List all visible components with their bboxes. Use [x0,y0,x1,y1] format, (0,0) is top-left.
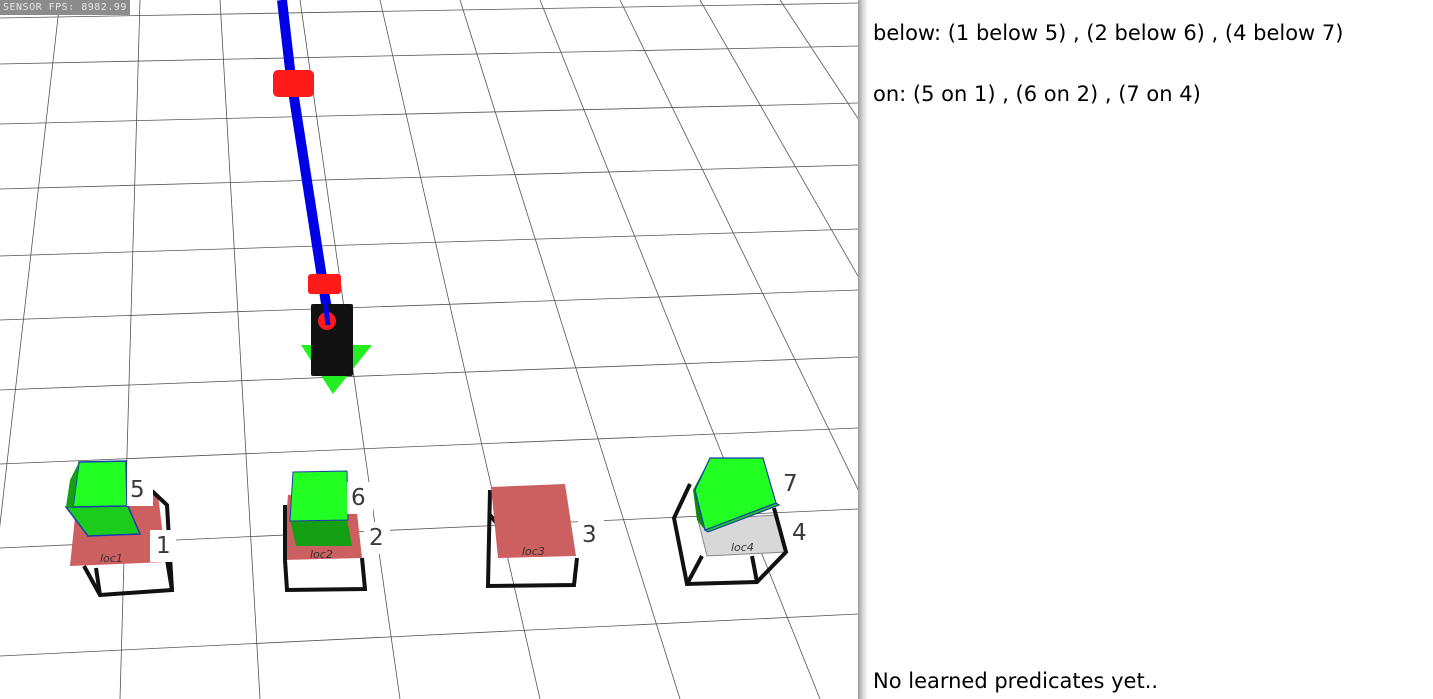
scene-canvas: loc1 5 1 loc2 6 2 loc3 3 loc4 7 4 [0,0,858,699]
block-2-label: 2 [369,525,384,551]
robot-arm [273,0,372,394]
grid-line [0,0,61,528]
grid-line [0,228,858,257]
location-3: loc3 [485,484,579,589]
block-7-label: 7 [783,471,798,497]
arm-joint-upper [273,70,314,97]
location-3-loc-label: loc3 [522,545,545,558]
block-4-label: 4 [792,520,807,546]
grid-line [0,102,858,125]
cube-6 [289,470,352,546]
location-2-loc-label: loc2 [310,548,333,561]
block-1-label: 1 [156,533,171,559]
arm-upper-link [277,0,296,79]
gripper-axis [322,299,331,326]
grid-line [0,45,858,65]
block-3-label: 3 [582,522,597,548]
grid-line [219,0,261,699]
location-4-loc-label: loc4 [731,541,754,554]
arm-joint-lower [308,274,341,294]
grid-line [0,164,858,190]
block-5-label: 5 [130,477,145,503]
3d-viewport[interactable]: loc1 5 1 loc2 6 2 loc3 3 loc4 7 4 SENSOR… [0,0,858,699]
grid-line [619,0,858,491]
on-predicates-text: on: (5 on 1) , (6 on 2) , (7 on 4) [873,82,1201,106]
grid-line [0,613,858,657]
panel-splitter[interactable] [858,0,868,699]
grid-line [459,0,681,699]
learned-predicates-status: No learned predicates yet.. [873,669,1159,693]
block-6-label: 6 [351,485,366,511]
predicates-panel: below: (1 below 5) , (2 below 6) , (4 be… [868,0,1433,699]
grid-line [379,0,541,699]
grid-line [0,289,858,321]
location-1-loc-label: loc1 [100,552,123,565]
below-predicates-text: below: (1 below 5) , (2 below 6) , (4 be… [873,21,1344,45]
sensor-fps-readout: SENSOR FPS: 8982.99 [0,0,130,15]
